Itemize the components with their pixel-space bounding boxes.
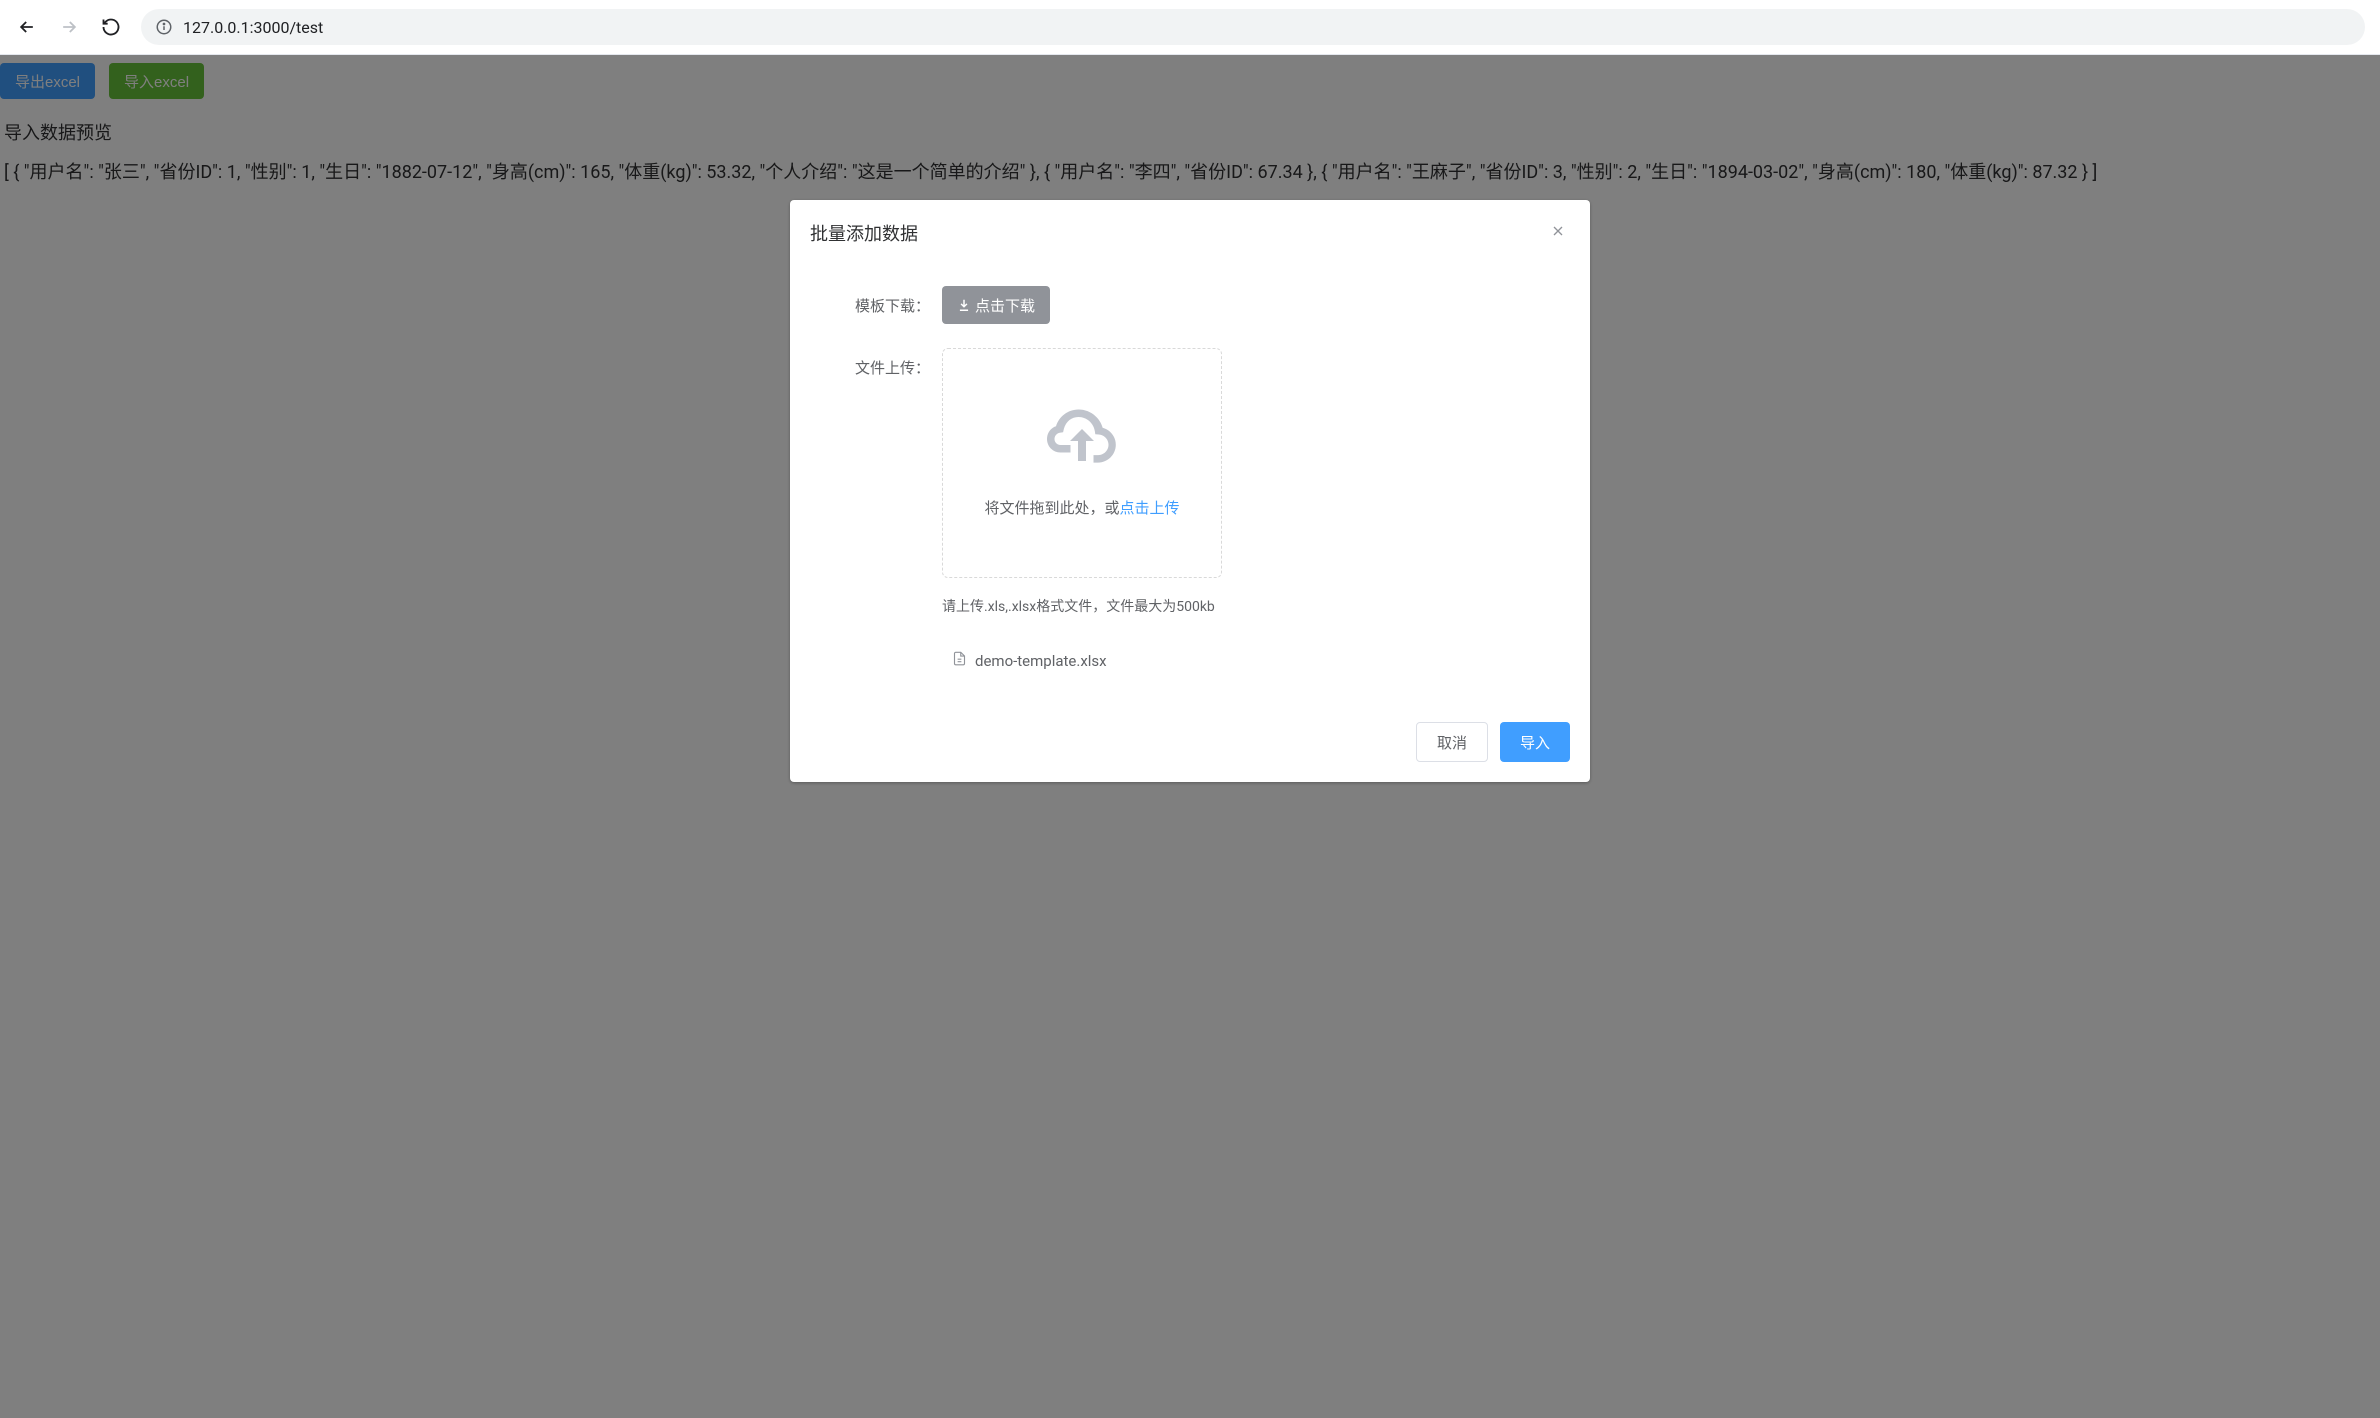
upload-click-link[interactable]: 点击上传 — [1120, 499, 1180, 517]
document-icon — [952, 651, 967, 670]
uploaded-file-name: demo-template.xlsx — [975, 652, 1107, 670]
dialog-close-button[interactable] — [1550, 223, 1570, 243]
import-dialog: 批量添加数据 模板下载： 点击下载 文件上传： — [790, 200, 1590, 782]
uploaded-file-item[interactable]: demo-template.xlsx — [942, 651, 1570, 670]
reload-icon — [101, 17, 121, 37]
arrow-right-icon — [59, 17, 79, 37]
dialog-header: 批量添加数据 — [790, 200, 1590, 256]
cancel-button[interactable]: 取消 — [1416, 722, 1488, 762]
download-button-label: 点击下载 — [975, 295, 1035, 316]
reload-button[interactable] — [99, 15, 123, 39]
dialog-body: 模板下载： 点击下载 文件上传： — [790, 256, 1590, 712]
upload-tip-text: 请上传.xls,.xlsx格式文件，文件最大为500kb — [942, 596, 1570, 616]
browser-toolbar: 127.0.0.1:3000/test — [0, 0, 2380, 55]
arrow-left-icon — [17, 17, 37, 37]
back-button[interactable] — [15, 15, 39, 39]
site-info-icon[interactable] — [155, 18, 173, 36]
template-download-row: 模板下载： 点击下载 — [810, 286, 1570, 326]
modal-overlay: 批量添加数据 模板下载： 点击下载 文件上传： — [0, 55, 2380, 1418]
upload-hint-text: 将文件拖到此处，或点击上传 — [984, 497, 1179, 518]
upload-cloud-icon — [1047, 409, 1117, 471]
dialog-footer: 取消 导入 — [790, 712, 1590, 782]
upload-hint-prefix: 将文件拖到此处，或 — [984, 499, 1119, 517]
template-download-label: 模板下载： — [810, 286, 942, 326]
file-upload-row: 文件上传： 将文件拖到此处，或点击上传 请上传.xls,. — [810, 348, 1570, 670]
url-text: 127.0.0.1:3000/test — [183, 18, 323, 37]
download-template-button[interactable]: 点击下载 — [942, 286, 1050, 324]
dialog-title: 批量添加数据 — [810, 220, 918, 246]
file-upload-label: 文件上传： — [810, 348, 942, 670]
address-bar[interactable]: 127.0.0.1:3000/test — [141, 9, 2365, 45]
forward-button[interactable] — [57, 15, 81, 39]
confirm-import-button[interactable]: 导入 — [1500, 722, 1570, 762]
upload-dropzone[interactable]: 将文件拖到此处，或点击上传 — [942, 348, 1222, 578]
close-icon — [1550, 223, 1566, 239]
download-icon — [957, 298, 971, 312]
